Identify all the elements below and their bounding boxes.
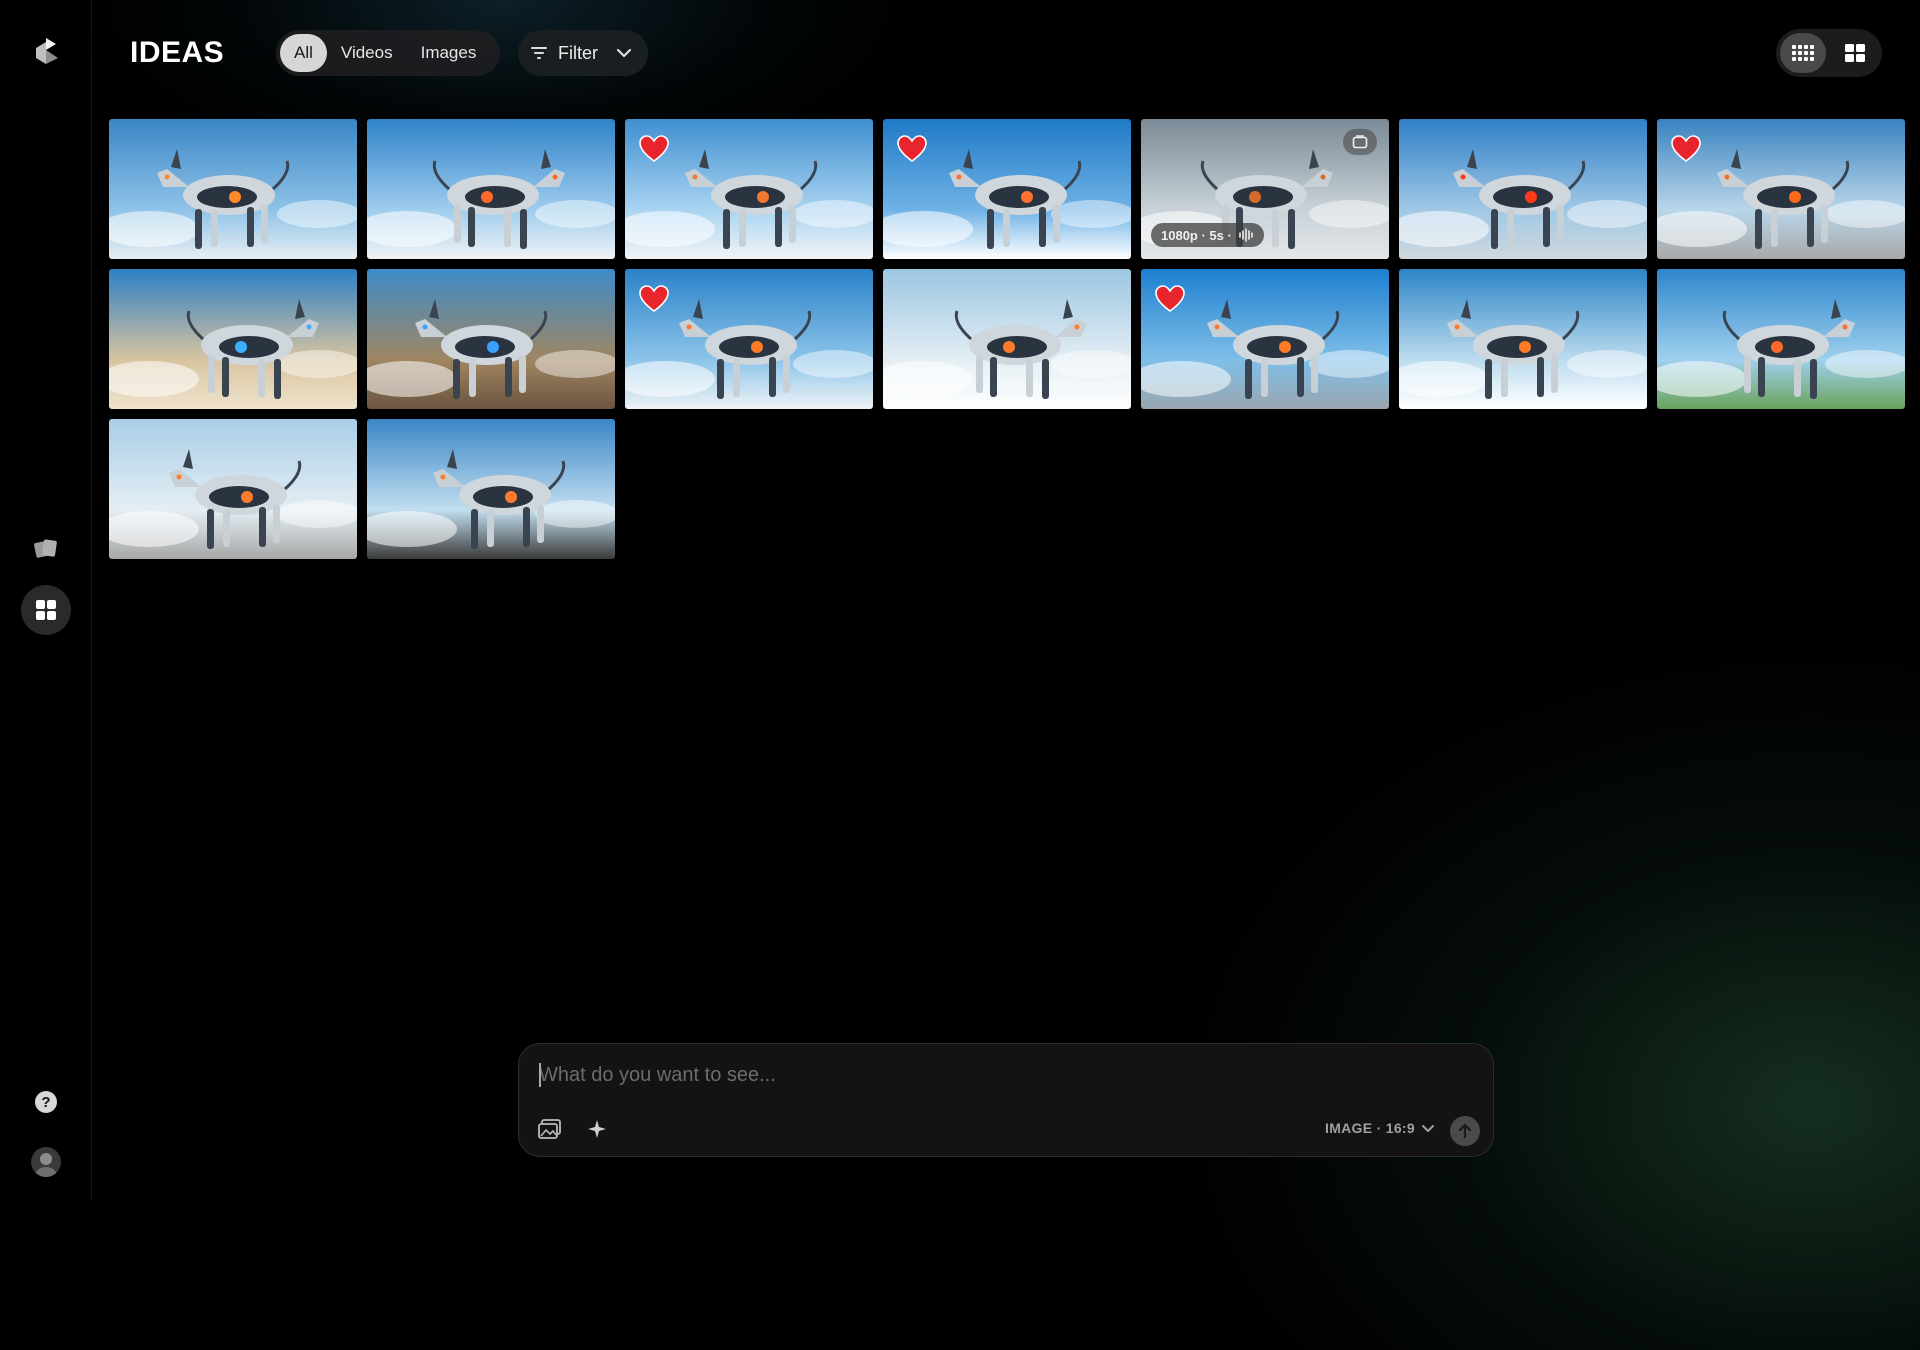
filter-dropdown[interactable]: Filter [518, 30, 648, 76]
profile-button[interactable] [21, 1137, 71, 1187]
content-type-tabs: All Videos Images [276, 30, 500, 76]
gallery-tile[interactable] [109, 419, 357, 559]
heart-icon[interactable] [897, 135, 927, 163]
image-stack-icon [538, 1119, 561, 1139]
help-icon: ? [35, 1091, 57, 1113]
gallery-tile[interactable] [883, 269, 1131, 409]
ideas-nav-button[interactable] [21, 585, 71, 635]
prompt-input[interactable] [537, 1058, 1441, 1092]
heart-icon[interactable] [1155, 285, 1185, 313]
robot-dog-image [883, 269, 1131, 409]
gallery-tile[interactable] [883, 119, 1131, 259]
cards-icon [34, 539, 57, 558]
gallery-tile[interactable]: 1080p · 5s · [1141, 119, 1389, 259]
text-caret [539, 1063, 541, 1087]
gallery-tile[interactable] [1141, 269, 1389, 409]
tab-images[interactable]: Images [407, 34, 491, 72]
chevron-down-icon [616, 48, 632, 58]
compact-grid-view-button[interactable] [1780, 33, 1826, 73]
dense-grid-icon [1792, 45, 1814, 61]
large-grid-icon [1845, 44, 1865, 62]
filter-label: Filter [558, 42, 598, 63]
gallery-tile[interactable] [1399, 269, 1647, 409]
gallery-tile[interactable] [109, 119, 357, 259]
arrow-up-icon [1458, 1123, 1472, 1139]
heart-icon[interactable] [1671, 135, 1701, 163]
filter-icon [531, 47, 547, 59]
image-upload-button[interactable] [537, 1116, 563, 1142]
gallery-tile[interactable] [1399, 119, 1647, 259]
video-info-label: 1080p · 5s · [1161, 227, 1232, 243]
svg-text:?: ? [41, 1094, 50, 1111]
view-toggle [1776, 29, 1882, 77]
open-video-button[interactable] [1343, 129, 1377, 155]
robot-dog-image [109, 419, 357, 559]
grid-icon [36, 600, 56, 620]
robot-dog-image [1657, 269, 1905, 409]
cards-nav-button[interactable] [21, 523, 71, 573]
heart-icon[interactable] [639, 135, 669, 163]
app-logo[interactable] [32, 36, 60, 66]
robot-dog-image [109, 119, 357, 259]
sidebar: ? [0, 0, 92, 1200]
mode-label: IMAGE · 16:9 [1325, 1120, 1415, 1136]
window-icon [1352, 135, 1368, 149]
tab-videos[interactable]: Videos [327, 34, 407, 72]
gallery-tile[interactable] [625, 269, 873, 409]
gallery-tile[interactable] [109, 269, 357, 409]
gallery-grid: 1080p · 5s · [109, 119, 1905, 559]
robot-dog-image [367, 119, 615, 259]
help-button[interactable]: ? [21, 1077, 71, 1127]
heart-icon[interactable] [639, 285, 669, 313]
tab-all[interactable]: All [280, 34, 327, 72]
send-button[interactable] [1450, 1116, 1480, 1146]
robot-dog-image [1399, 119, 1647, 259]
robot-dog-image [367, 419, 615, 559]
enhance-button[interactable] [584, 1116, 610, 1142]
large-grid-view-button[interactable] [1832, 33, 1878, 73]
robot-dog-image [367, 269, 615, 409]
gallery-tile[interactable] [625, 119, 873, 259]
video-info-badge: 1080p · 5s · [1151, 223, 1264, 247]
audio-wave-icon [1239, 228, 1253, 242]
mode-selector[interactable]: IMAGE · 16:9 [1325, 1120, 1435, 1136]
gallery-tile[interactable] [1657, 269, 1905, 409]
gallery-tile[interactable] [367, 119, 615, 259]
gallery-tile[interactable] [367, 269, 615, 409]
prompt-bar: IMAGE · 16:9 [518, 1043, 1494, 1157]
sparkle-icon [588, 1120, 606, 1138]
gallery-tile[interactable] [1657, 119, 1905, 259]
brand-title: IDEAS [130, 36, 225, 69]
avatar [31, 1147, 61, 1177]
gallery-tile[interactable] [367, 419, 615, 559]
chevron-down-icon [1421, 1124, 1434, 1132]
robot-dog-image [109, 269, 357, 409]
robot-dog-image [1399, 269, 1647, 409]
